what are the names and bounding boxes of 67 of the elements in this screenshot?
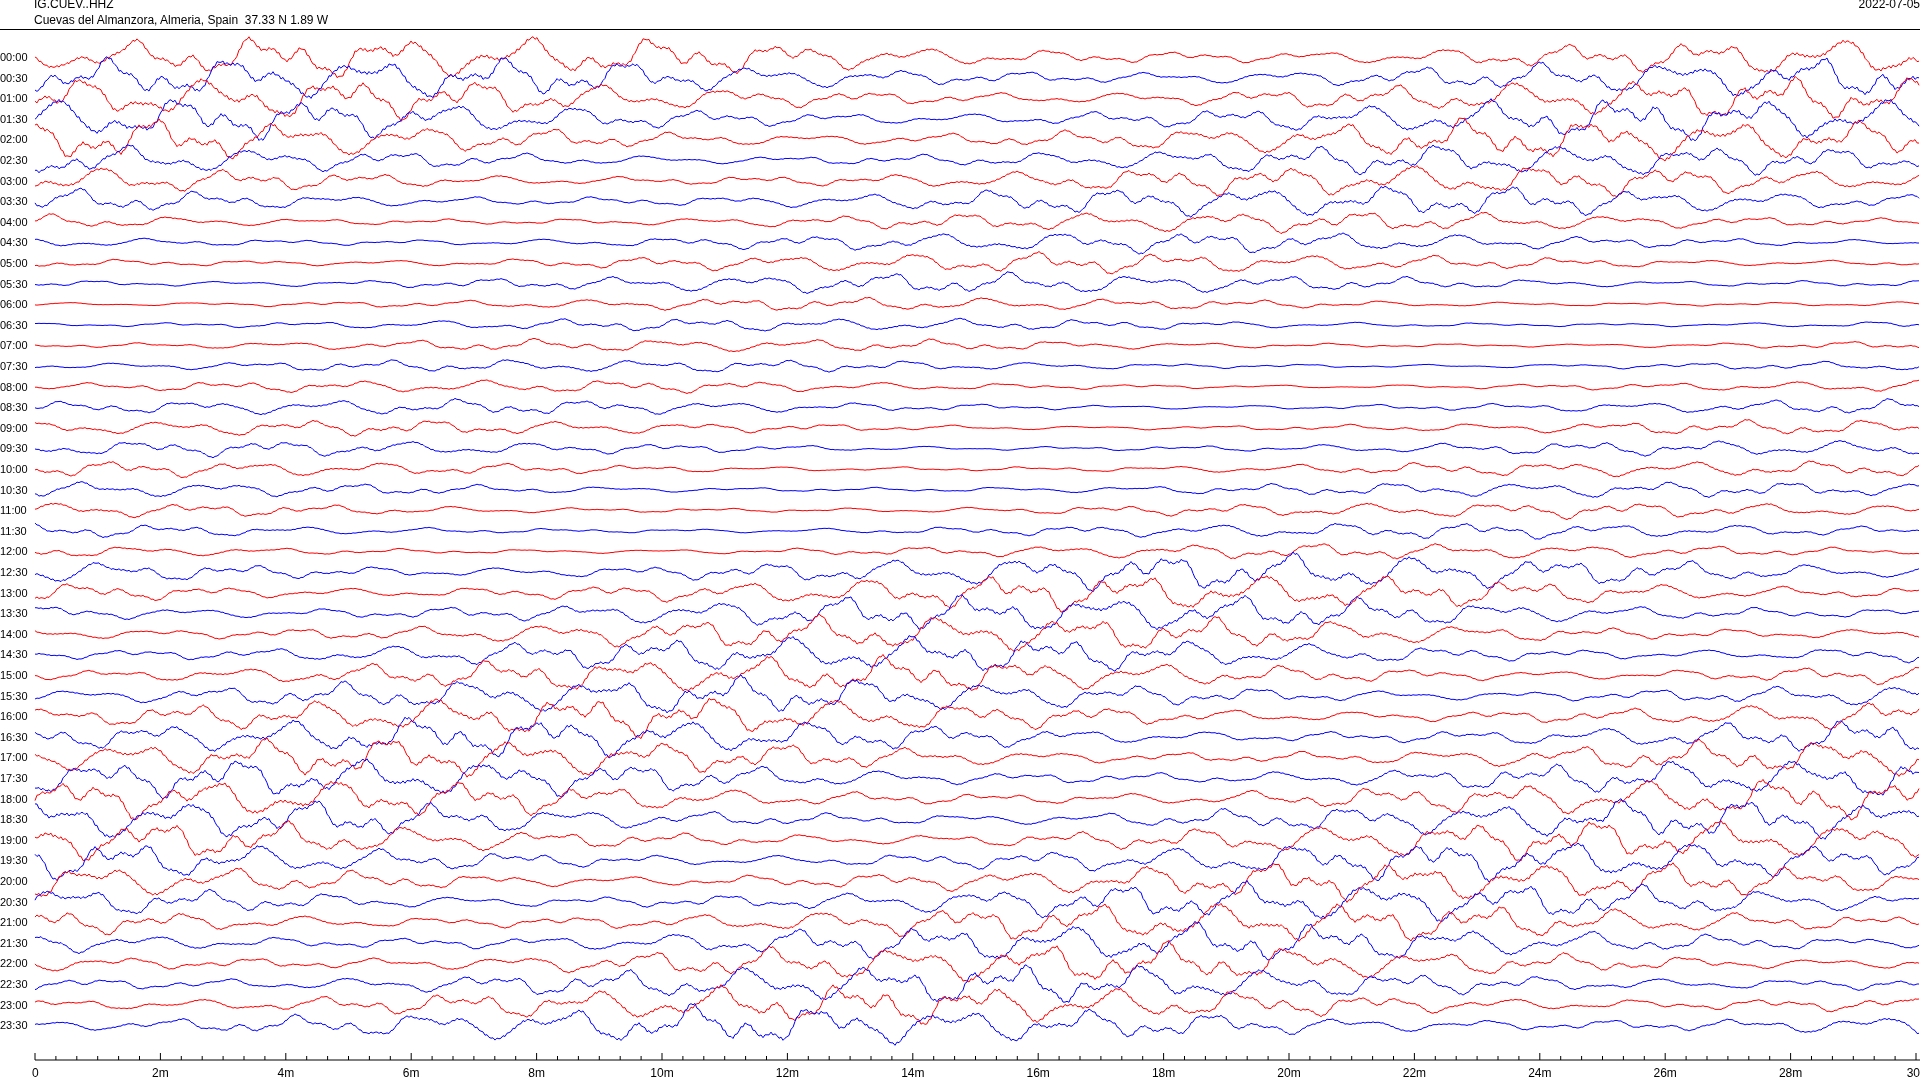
time-label: 01:30 [0,112,28,125]
time-label: 14:30 [0,648,28,661]
axis-label: 26m [1653,1066,1677,1079]
time-label: 23:30 [0,1019,28,1032]
station-location: Cuevas del Almanzora, Almeria, Spain 37.33 N 1.89 W [34,13,329,27]
time-label: 06:30 [0,318,28,331]
time-label: 04:30 [0,236,28,249]
time-label: 07:00 [0,339,28,352]
time-label: 11:00 [0,504,27,517]
axis-label: 10m [650,1066,674,1079]
axis-label: 12m [775,1066,800,1079]
axis-label: 16m [1026,1066,1050,1079]
date-label: 2022-07-05 [1858,0,1920,11]
axis-label: 30 [1906,1066,1920,1079]
time-label: 17:30 [0,772,28,784]
axis-label: 2m [152,1066,169,1079]
time-label: 13:00 [0,586,28,599]
time-label: 06:00 [0,298,28,311]
time-label: 10:00 [0,463,28,475]
time-label: 16:30 [0,730,28,743]
time-label: 00:00 [0,51,28,63]
station-code: IG.CUEV..HHZ [34,0,114,11]
axis-label: 0 [32,1066,39,1079]
time-label: 16:00 [0,710,28,723]
time-label: 07:30 [0,360,28,372]
time-label: 08:30 [0,401,28,414]
axis-label: 4m [277,1066,295,1079]
time-label: 18:30 [0,813,28,826]
time-label: 20:30 [0,895,28,908]
time-label: 15:30 [0,689,28,702]
axis-label: 14m [901,1066,925,1079]
time-label: 01:00 [0,92,28,105]
time-label: 23:00 [0,998,28,1011]
time-label: 05:30 [0,277,28,290]
time-label: 15:00 [0,669,28,681]
time-label: 03:30 [0,195,28,208]
time-label: 14:00 [0,627,28,640]
time-label: 20:00 [0,875,28,887]
time-label: 02:30 [0,154,28,166]
time-label: 21:30 [0,936,28,949]
time-label: 12:30 [0,566,28,578]
time-label: 09:00 [0,421,28,434]
time-label: 21:00 [0,916,28,929]
time-label: 03:00 [0,174,28,187]
time-label: 19:00 [0,833,28,846]
time-label: 22:30 [0,978,28,990]
time-label: 11:30 [0,524,27,537]
time-label: 02:00 [0,133,28,146]
time-label: 10:30 [0,483,28,496]
time-label: 04:00 [0,215,28,228]
axis-label: 22m [1402,1066,1427,1079]
time-label: 08:00 [0,380,28,393]
time-label: 05:00 [0,257,28,269]
time-label: 22:00 [0,957,28,970]
axis-label: 18m [1151,1066,1176,1079]
axis-label: 20m [1277,1066,1301,1079]
time-label: 09:30 [0,442,28,455]
axis-label: 6m [402,1066,420,1079]
time-label: 18:00 [0,792,28,805]
time-label: 17:00 [0,751,28,764]
axis-label: 28m [1778,1066,1803,1079]
time-label: 13:30 [0,607,28,620]
time-label: 00:30 [0,71,28,84]
time-label: 19:30 [0,854,28,867]
time-label: 12:00 [0,545,28,558]
axis-label: 8m [528,1066,545,1079]
axis-label: 24m [1528,1066,1552,1079]
